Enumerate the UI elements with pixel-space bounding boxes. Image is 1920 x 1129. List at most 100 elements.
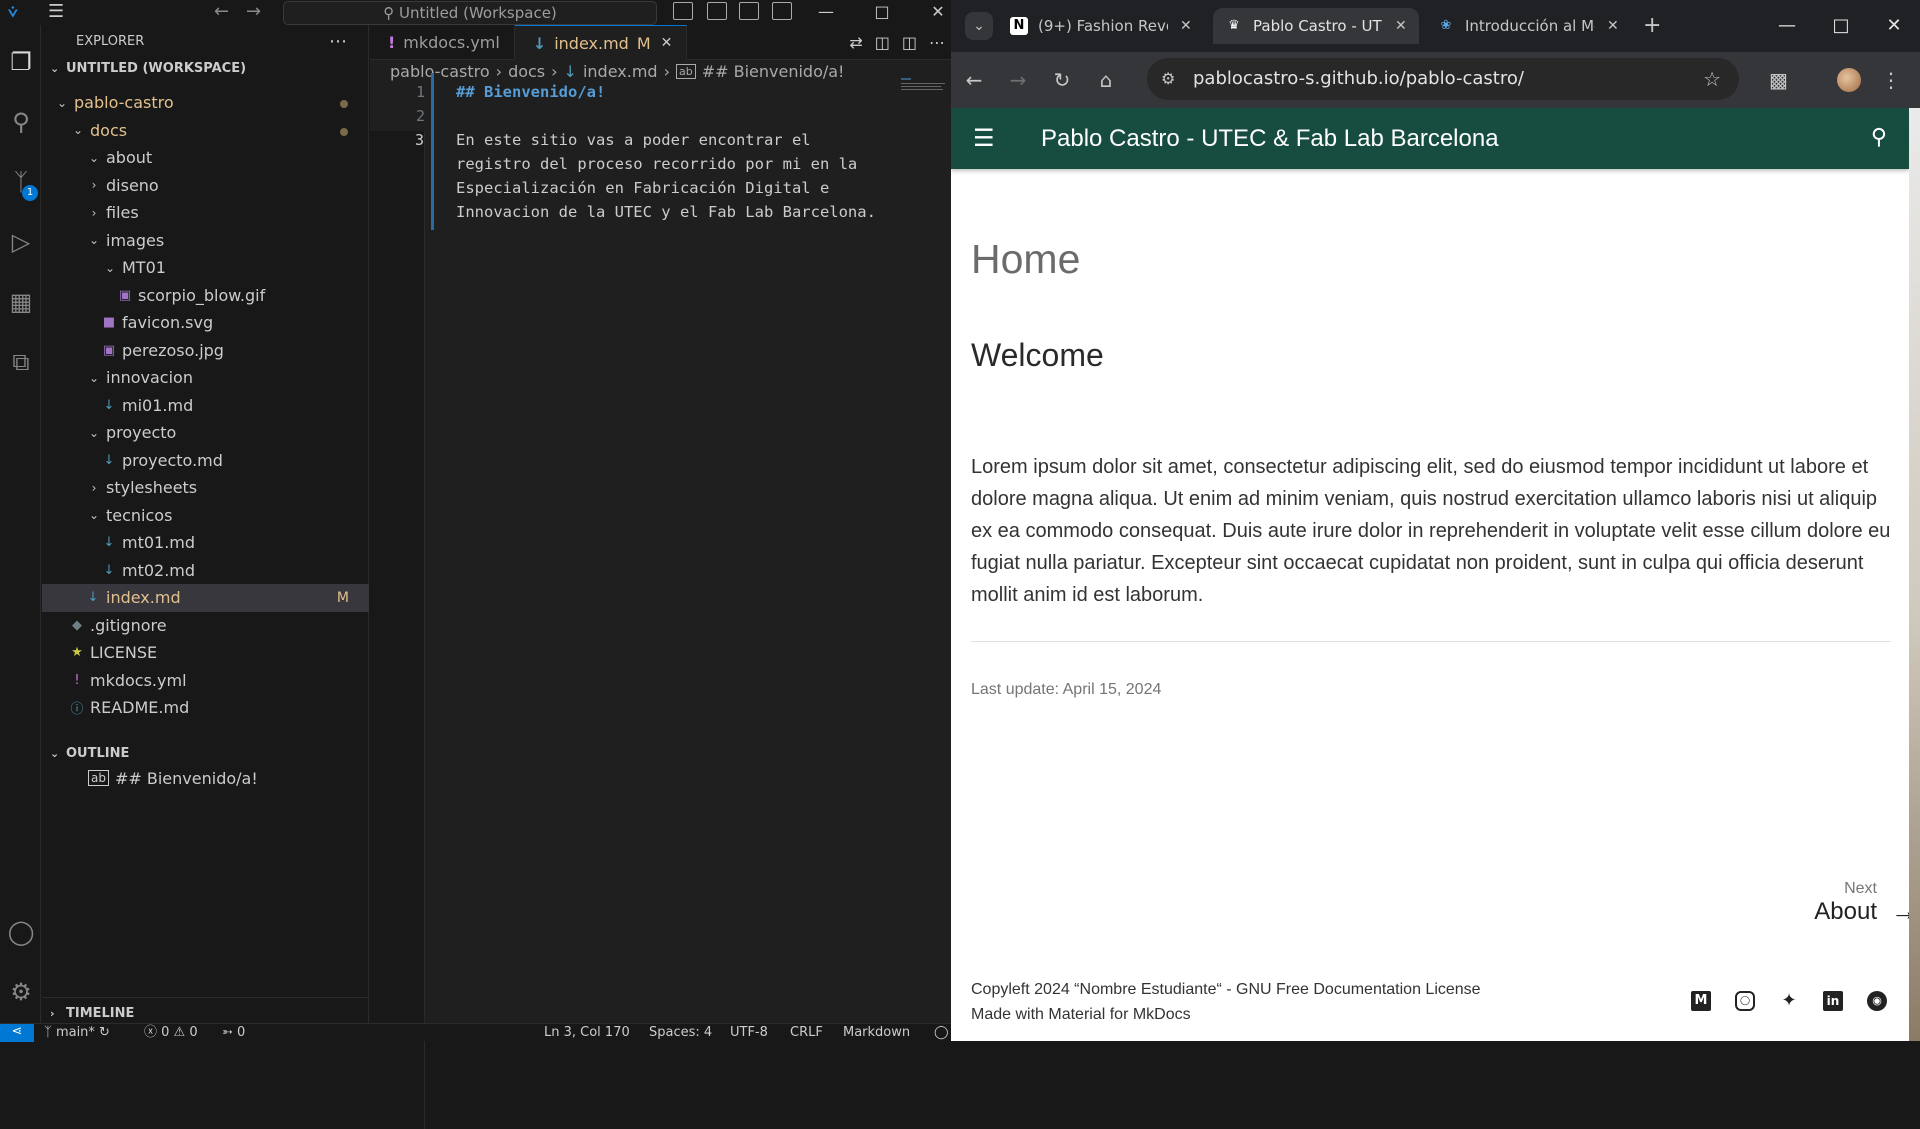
linkedin-icon[interactable]: in (1823, 991, 1843, 1011)
chrome-menu-icon[interactable]: ⋮ (1881, 66, 1901, 94)
minimize-icon[interactable]: — (1764, 12, 1810, 40)
indentation[interactable]: Spaces: 4 (649, 1025, 712, 1041)
minimize-icon[interactable]: — (806, 0, 846, 24)
branch-status[interactable]: ᛉ main* ↻ (44, 1025, 110, 1041)
instagram-icon[interactable]: ◯ (1735, 991, 1755, 1011)
notifications-bell-icon[interactable]: ◯ (934, 1025, 949, 1041)
site-info-icon[interactable]: ⚙ (1161, 58, 1175, 100)
extensions-icon[interactable]: ▦ (4, 285, 38, 319)
browser-tab-active[interactable]: ♛ Pablo Castro - UTE ✕ (1213, 8, 1419, 44)
back-arrow-icon[interactable]: ← (960, 66, 988, 94)
maximize-icon[interactable]: □ (862, 0, 902, 24)
split-editor-icon[interactable]: ◫ (902, 33, 917, 52)
maximize-icon[interactable]: □ (1818, 12, 1864, 40)
breadcrumb-item[interactable]: ## Bienvenido/a! (702, 62, 845, 81)
tree-file[interactable]: ■ favicon.svg (42, 309, 369, 337)
menu-icon[interactable]: ☰ (48, 2, 70, 22)
tree-file[interactable]: ▣ perezoso.jpg (42, 337, 369, 365)
tab-index-md[interactable]: ↓ index.md M ✕ (514, 25, 688, 60)
ports-status[interactable]: ➳ 0 (222, 1025, 245, 1041)
tree-file[interactable]: ↓ index.md M (42, 584, 369, 612)
medium-icon[interactable]: M (1691, 991, 1711, 1011)
encoding[interactable]: UTF-8 (730, 1025, 768, 1041)
open-preview-icon[interactable]: ◫ (875, 33, 890, 52)
profile-avatar[interactable] (1837, 68, 1861, 92)
toggle-sidebar-icon[interactable] (673, 2, 693, 20)
remote-indicator-icon[interactable]: ⋖ (0, 1024, 34, 1042)
back-arrow-icon[interactable]: ← (214, 2, 229, 22)
tree-folder[interactable]: › stylesheets (42, 474, 369, 502)
tree-file[interactable]: ◆ .gitignore (42, 612, 369, 640)
tree-file[interactable]: ⓘ README.md (42, 694, 369, 722)
toggle-secondary-sidebar-icon[interactable] (739, 2, 759, 20)
tree-file[interactable]: ↓ mt01.md (42, 529, 369, 557)
close-icon[interactable]: ✕ (1871, 12, 1917, 40)
browser-tab[interactable]: N (9+) Fashion Revol ✕ (998, 8, 1204, 44)
site-title[interactable]: Pablo Castro - UTEC & Fab Lab Barcelona (1041, 124, 1499, 154)
github-icon[interactable]: ◉ (1867, 991, 1887, 1011)
accounts-icon[interactable]: ◯ (4, 915, 38, 949)
more-actions-icon[interactable]: ⋯ (929, 33, 945, 52)
line-ending[interactable]: CRLF (790, 1025, 823, 1041)
command-center-search[interactable]: ⚲ Untitled (Workspace) (283, 1, 657, 25)
bookmark-star-icon[interactable]: ☆ (1703, 58, 1721, 100)
open-changes-icon[interactable]: ⇄ (849, 33, 862, 52)
tree-folder[interactable]: ⌄ innovacion (42, 364, 369, 392)
close-tab-icon[interactable]: ✕ (1607, 18, 1619, 34)
search-icon[interactable]: ⚲ (1871, 124, 1887, 152)
hamburger-menu-icon[interactable]: ☰ (973, 125, 995, 151)
tree-folder[interactable]: › files (42, 199, 369, 227)
new-tab-icon[interactable]: + (1643, 12, 1661, 40)
close-tab-icon[interactable]: ✕ (1395, 18, 1407, 34)
outline-item[interactable]: ab ## Bienvenido/a! (42, 764, 369, 792)
tree-folder[interactable]: ⌄ docs (42, 117, 369, 145)
outline-section-header[interactable]: ⌄ OUTLINE (42, 742, 369, 764)
tree-folder[interactable]: ⌄ MT01 (42, 254, 369, 282)
tree-folder[interactable]: ⌄ proyecto (42, 419, 369, 447)
breadcrumb-item[interactable]: index.md (583, 62, 658, 81)
tab-mkdocs-yml[interactable]: ! mkdocs.yml (370, 25, 515, 60)
address-bar[interactable]: ⚙ pablocastro-s.github.io/pablo-castro/ … (1147, 58, 1739, 100)
tree-folder[interactable]: ⌄ tecnicos (42, 502, 369, 530)
manage-gear-icon[interactable]: ⚙ (4, 975, 38, 1009)
tree-item-label: docs (90, 120, 128, 140)
minimap[interactable] (901, 77, 945, 91)
made-with-text[interactable]: Made with Material for MkDocs (971, 1002, 1481, 1027)
tree-folder[interactable]: › diseno (42, 172, 369, 200)
tree-file[interactable]: ↓ mt02.md (42, 557, 369, 585)
workspace-section-header[interactable]: ⌄ UNTITLED (WORKSPACE) (42, 57, 368, 79)
cursor-position[interactable]: Ln 3, Col 170 (544, 1025, 630, 1041)
customize-layout-icon[interactable] (772, 2, 792, 20)
tree-file[interactable]: ↓ mi01.md (42, 392, 369, 420)
timeline-section-header[interactable]: › TIMELINE (42, 1002, 369, 1024)
tree-folder[interactable]: ⌄ about (42, 144, 369, 172)
extensions-puzzle-icon[interactable]: ▩ (1769, 66, 1788, 94)
breadcrumb-item[interactable]: pablo-castro (390, 62, 490, 81)
tree-folder[interactable]: ⌄ images (42, 227, 369, 255)
search-icon[interactable]: ⚲ (4, 105, 38, 139)
close-tab-icon[interactable]: ✕ (661, 35, 673, 51)
next-page-link[interactable]: Next About → (1814, 880, 1909, 926)
toggle-panel-icon[interactable] (707, 2, 727, 20)
browser-tab[interactable]: ❀ Introducción al Mó ✕ (1425, 8, 1631, 44)
language-mode[interactable]: Markdown (843, 1025, 910, 1041)
close-tab-icon[interactable]: ✕ (1180, 18, 1192, 34)
home-icon[interactable]: ⌂ (1092, 66, 1120, 94)
problems-status[interactable]: ⓧ 0 ⚠ 0 (144, 1025, 198, 1041)
tree-file[interactable]: ★ LICENSE (42, 639, 369, 667)
explorer-icon[interactable]: ❐ (4, 45, 38, 79)
twitter-icon[interactable]: ✦ (1779, 991, 1799, 1011)
tab-search-chevron-icon[interactable]: ⌄ (965, 12, 993, 40)
tree-file[interactable]: ▣ scorpio_blow.gif (42, 282, 369, 310)
tree-file[interactable]: ↓ proyecto.md (42, 447, 369, 475)
more-actions-icon[interactable]: ⋯ (329, 31, 348, 52)
tree-folder[interactable]: ⌄ pablo-castro (42, 89, 369, 117)
forward-arrow-icon[interactable]: → (1004, 66, 1032, 94)
run-debug-icon[interactable]: ▷ (4, 225, 38, 259)
chevron-right-icon: › (495, 61, 503, 81)
remote-explorer-icon[interactable]: ⧉ (4, 345, 38, 379)
reload-icon[interactable]: ↻ (1048, 66, 1076, 94)
tree-file[interactable]: ! mkdocs.yml (42, 667, 369, 695)
breadcrumb-item[interactable]: docs (508, 62, 545, 81)
forward-arrow-icon[interactable]: → (246, 2, 261, 22)
